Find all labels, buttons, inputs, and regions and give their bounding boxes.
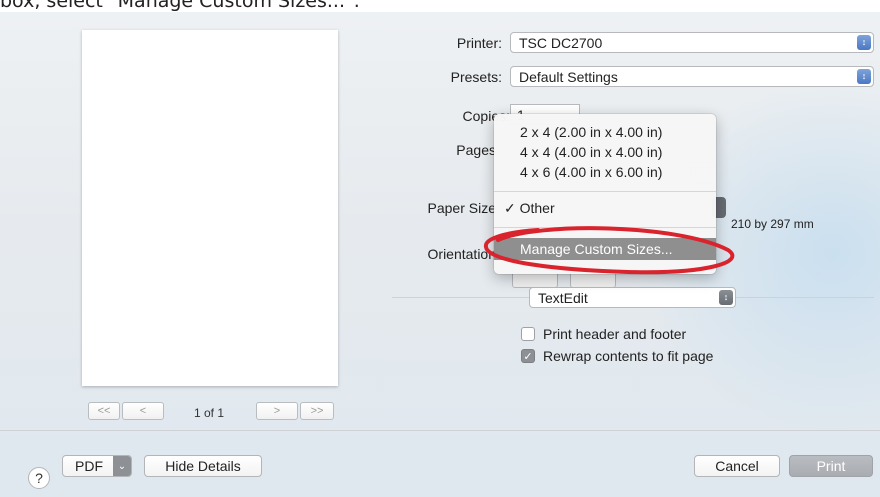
rewrap-label: Rewrap contents to fit page xyxy=(543,348,714,364)
presets-popup[interactable]: Default Settings ↕ xyxy=(510,66,874,87)
printer-value: TSC DC2700 xyxy=(519,34,603,51)
printer-label: Printer: xyxy=(456,35,502,51)
hide-details-button[interactable]: Hide Details xyxy=(144,455,262,477)
app-section-popup[interactable]: TextEdit ↕ xyxy=(529,287,736,308)
chevron-down-icon: ⌄ xyxy=(113,456,131,476)
page-count: 1 of 1 xyxy=(194,406,225,420)
pdf-label: PDF xyxy=(75,458,103,474)
header-footer-label: Print header and footer xyxy=(543,326,687,342)
app-section-value: TextEdit xyxy=(538,289,588,306)
cancel-button[interactable]: Cancel xyxy=(694,455,780,477)
updown-arrows-icon: ↕ xyxy=(857,35,871,50)
updown-arrows-icon: ↕ xyxy=(719,290,733,305)
menu-separator xyxy=(494,191,716,192)
printer-popup[interactable]: TSC DC2700 ↕ xyxy=(510,32,874,53)
rewrap-checkbox[interactable]: ✓ xyxy=(521,349,535,363)
footer-divider xyxy=(0,430,880,431)
help-button[interactable]: ? xyxy=(28,467,50,489)
last-page-button[interactable]: >> xyxy=(300,402,334,420)
updown-arrows-icon: ↕ xyxy=(857,69,871,84)
menu-item-other[interactable]: ✓ Other xyxy=(504,200,555,217)
rewrap-contents-option[interactable]: ✓ Rewrap contents to fit page xyxy=(521,348,713,364)
print-header-footer-option[interactable]: Print header and footer xyxy=(521,326,686,342)
menu-item-4x6[interactable]: 4 x 6 (4.00 in x 6.00 in) xyxy=(520,164,662,180)
paper-size-label: Paper Size xyxy=(427,200,496,216)
presets-label: Presets: xyxy=(450,69,502,85)
red-annotation-circle xyxy=(484,226,735,275)
header-footer-checkbox[interactable] xyxy=(521,327,535,341)
presets-value: Default Settings xyxy=(519,68,618,85)
previous-page-button[interactable]: < xyxy=(122,402,164,420)
next-page-button[interactable]: > xyxy=(256,402,298,420)
print-button[interactable]: Print xyxy=(789,455,873,477)
pdf-menu-button[interactable]: PDF ⌄ xyxy=(62,455,132,477)
first-page-button[interactable]: << xyxy=(88,402,120,420)
menu-item-2x4[interactable]: 2 x 4 (2.00 in x 4.00 in) xyxy=(520,124,662,140)
print-dialog: << < 1 of 1 > >> Printer: TSC DC2700 ↕ P… xyxy=(0,12,880,497)
print-preview-page xyxy=(82,30,338,386)
pages-label: Pages xyxy=(456,142,496,158)
menu-item-4x4[interactable]: 4 x 4 (4.00 in x 4.00 in) xyxy=(520,144,662,160)
